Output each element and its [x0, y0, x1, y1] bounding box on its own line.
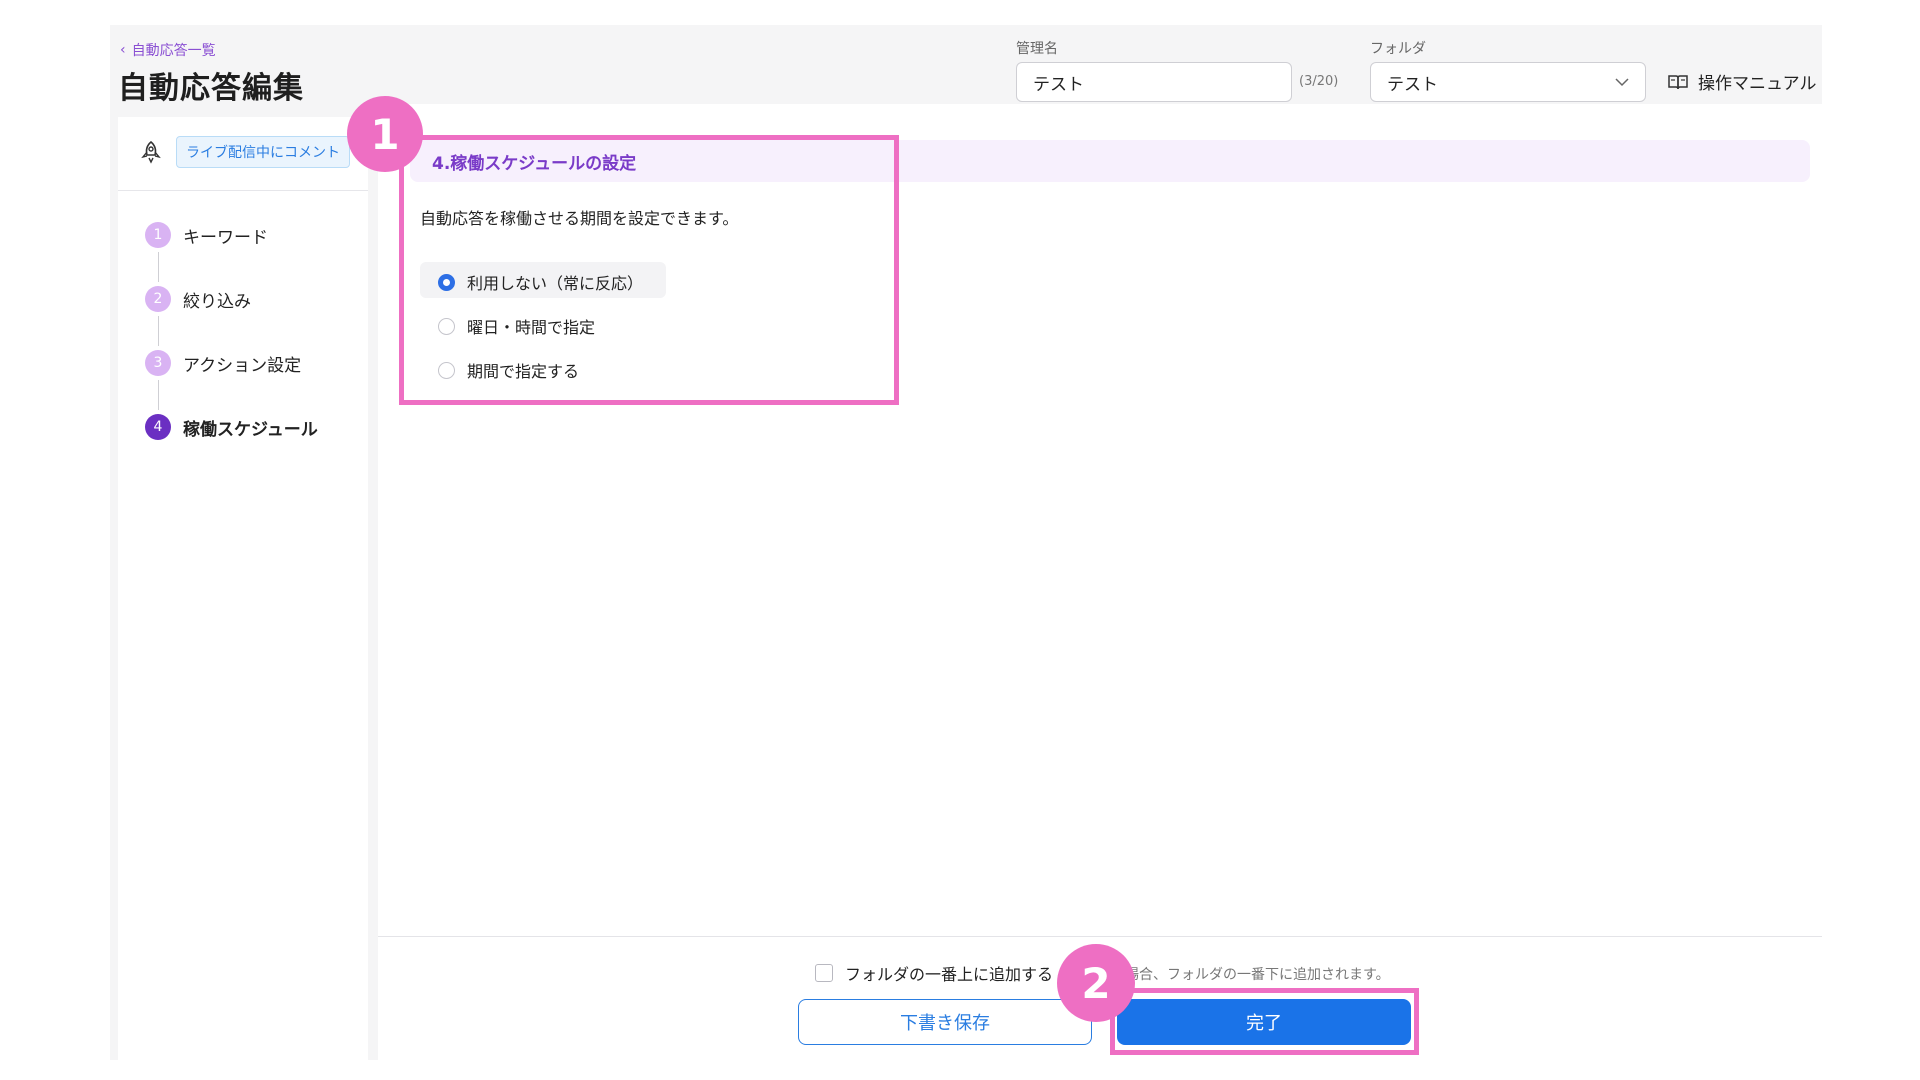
- step-number: 1: [145, 222, 171, 248]
- step-connector: [158, 316, 159, 346]
- step-label: アクション設定: [183, 355, 302, 376]
- highlight-box-schedule: [399, 135, 899, 405]
- chevron-down-icon: [1615, 78, 1629, 87]
- folder-label: フォルダ: [1370, 41, 1426, 57]
- footer-divider: [378, 936, 1822, 937]
- back-link[interactable]: ‹ 自動応答一覧: [120, 40, 216, 60]
- management-name-input[interactable]: テスト: [1016, 62, 1292, 102]
- sidebar-divider: [118, 190, 368, 191]
- step-connector: [158, 380, 159, 410]
- folder-select[interactable]: テスト: [1370, 62, 1646, 102]
- trigger-badge: ライブ配信中にコメント: [176, 136, 350, 168]
- checkbox-label: フォルダの一番上に追加する: [845, 965, 1054, 984]
- step-number: 4: [145, 414, 171, 440]
- management-name-counter: (3/20): [1299, 74, 1339, 89]
- step-list: 1 キーワード 2 絞り込み 3 アクション設定 4 稼働スケジュール: [145, 222, 318, 440]
- step-number: 3: [145, 350, 171, 376]
- manual-link-label: 操作マニュアル: [1698, 74, 1817, 94]
- book-icon: [1668, 74, 1688, 89]
- step-label: 稼働スケジュール: [183, 419, 318, 440]
- step-schedule[interactable]: 4 稼働スケジュール: [145, 414, 318, 440]
- page-title: 自動応答編集: [118, 71, 304, 106]
- back-link-label: 自動応答一覧: [131, 43, 216, 59]
- footer-note: 場合、フォルダの一番下に追加されます。: [1125, 967, 1390, 983]
- step-label: キーワード: [183, 227, 268, 248]
- marker-2: 2: [1057, 944, 1135, 1022]
- management-name-value: テスト: [1033, 74, 1084, 95]
- add-to-top-checkbox-row[interactable]: フォルダの一番上に追加する: [815, 961, 1053, 985]
- step-action-settings[interactable]: 3 アクション設定: [145, 350, 318, 376]
- highlight-box-complete: [1110, 988, 1419, 1055]
- manual-link[interactable]: 操作マニュアル: [1668, 69, 1817, 94]
- save-draft-button[interactable]: 下書き保存: [798, 999, 1092, 1045]
- management-name-label: 管理名: [1016, 41, 1058, 57]
- add-to-top-checkbox[interactable]: [815, 964, 833, 982]
- step-keyword[interactable]: 1 キーワード: [145, 222, 318, 248]
- step-number: 2: [145, 286, 171, 312]
- folder-selected-value: テスト: [1387, 74, 1438, 95]
- step-label: 絞り込み: [183, 291, 251, 312]
- rocket-icon: [141, 140, 161, 164]
- step-connector: [158, 252, 159, 282]
- marker-1: 1: [347, 96, 423, 172]
- trigger-row: ライブ配信中にコメント: [140, 136, 350, 168]
- chevron-left-icon: ‹: [120, 42, 126, 58]
- step-filter[interactable]: 2 絞り込み: [145, 286, 318, 312]
